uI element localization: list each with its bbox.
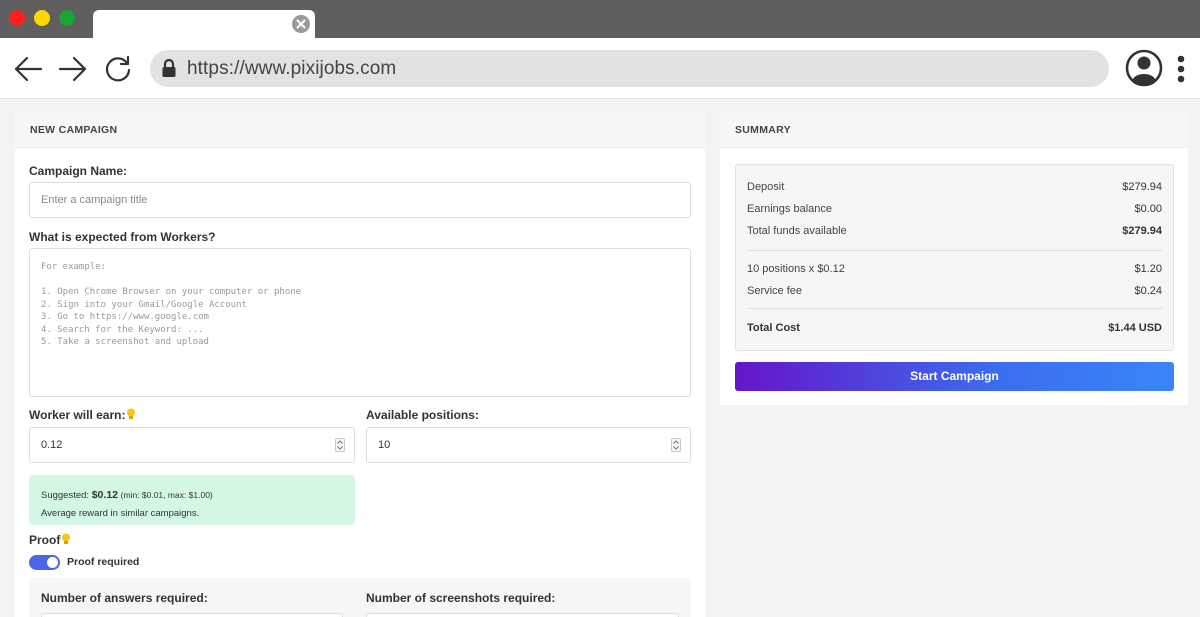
- back-arrow-icon[interactable]: [13, 54, 43, 84]
- campaign-name-label: Campaign Name:: [29, 164, 128, 178]
- positions-stepper-icon[interactable]: [671, 438, 681, 452]
- summary-divider: [747, 250, 1162, 251]
- toggle-knob: [47, 557, 58, 568]
- hint-line-1: Suggested: $0.12 (min: $0.01, max: $1.00…: [41, 486, 343, 505]
- screenshots-input[interactable]: [366, 613, 679, 617]
- tab-close-icon[interactable]: [292, 15, 310, 33]
- suggested-reward-hint: Suggested: $0.12 (min: $0.01, max: $1.00…: [29, 475, 355, 525]
- summary-row-earnings: Earnings balance $0.00: [747, 203, 1162, 215]
- maximize-window-button[interactable]: [59, 10, 75, 26]
- browser-tab[interactable]: [93, 10, 315, 39]
- address-bar[interactable]: https://www.pixijobs.com: [150, 50, 1109, 87]
- proof-label: Proof: [29, 533, 71, 547]
- summary-row-label: Service fee: [747, 285, 803, 297]
- summary-row-value: $1.44 USD: [1108, 322, 1162, 334]
- new-campaign-panel: NEW CAMPAIGN Campaign Name: Enter a camp…: [15, 111, 705, 617]
- kebab-menu-icon[interactable]: [1176, 55, 1186, 83]
- panel-header: NEW CAMPAIGN: [15, 111, 705, 148]
- expected-textarea[interactable]: For example: 1. Open Chrome Browser on y…: [29, 248, 691, 397]
- start-campaign-button[interactable]: Start Campaign: [735, 362, 1174, 391]
- earn-value: 0.12: [41, 439, 63, 451]
- summary-row-positions: 10 positions x $0.12 $1.20: [747, 263, 1162, 275]
- expected-label: What is expected from Workers?: [29, 230, 216, 244]
- summary-row-label: Total Cost: [747, 322, 800, 334]
- hint-prefix: Suggested:: [41, 490, 90, 501]
- screenshots-label: Number of screenshots required:: [366, 591, 556, 605]
- browser-navbar: https://www.pixijobs.com: [0, 38, 1200, 99]
- summary-row-value: $279.94: [1122, 225, 1162, 237]
- lock-icon: [161, 58, 177, 78]
- profile-avatar-icon[interactable]: [1125, 49, 1163, 87]
- hint-note: Average reward in similar campaigns.: [41, 508, 200, 519]
- minimize-window-button[interactable]: [34, 10, 50, 26]
- summary-row-label: Earnings balance: [747, 203, 833, 215]
- summary-row-label: Total funds available: [747, 225, 847, 237]
- lightbulb-icon[interactable]: [126, 408, 136, 420]
- summary-box: Deposit $279.94 Earnings balance $0.00 T…: [735, 164, 1174, 351]
- summary-row-value: $279.94: [1122, 181, 1162, 193]
- reload-icon[interactable]: [103, 54, 133, 84]
- summary-row-deposit: Deposit $279.94: [747, 181, 1162, 193]
- earn-stepper-icon[interactable]: [335, 438, 345, 452]
- earn-label: Worker will earn:: [29, 408, 136, 422]
- summary-row-total-cost: Total Cost $1.44 USD: [747, 322, 1162, 334]
- proof-required-toggle[interactable]: [29, 555, 60, 570]
- earn-input[interactable]: 0.12: [29, 427, 355, 463]
- campaign-name-placeholder: Enter a campaign title: [41, 194, 148, 206]
- positions-label: Available positions:: [366, 408, 479, 422]
- summary-divider: [747, 308, 1162, 309]
- campaign-name-input[interactable]: Enter a campaign title: [29, 182, 691, 218]
- proof-label-text: Proof: [29, 533, 61, 547]
- summary-panel: SUMMARY Deposit $279.94 Earnings balance…: [720, 111, 1188, 405]
- url-text[interactable]: https://www.pixijobs.com: [187, 58, 396, 80]
- lightbulb-icon[interactable]: [61, 533, 71, 545]
- summary-row-value: $0.00: [1134, 203, 1162, 215]
- close-window-button[interactable]: [9, 10, 25, 26]
- summary-row-total-funds: Total funds available $279.94: [747, 225, 1162, 237]
- answers-input[interactable]: [41, 613, 343, 617]
- hint-value: $0.12: [91, 489, 118, 501]
- browser-titlebar: [0, 0, 1200, 39]
- proof-required-label: Proof required: [67, 556, 140, 568]
- panel-header: SUMMARY: [720, 111, 1188, 148]
- proof-options-box: Number of answers required: Number of sc…: [29, 578, 691, 617]
- hint-range: (min: $0.01, max: $1.00): [120, 490, 213, 500]
- summary-row-label: 10 positions x $0.12: [747, 263, 845, 275]
- summary-row-value: $1.20: [1134, 263, 1162, 275]
- earn-label-text: Worker will earn:: [29, 408, 126, 422]
- summary-row-value: $0.24: [1134, 285, 1162, 297]
- positions-value: 10: [378, 439, 391, 451]
- answers-label: Number of answers required:: [41, 591, 208, 605]
- positions-input[interactable]: 10: [366, 427, 691, 463]
- forward-arrow-icon[interactable]: [58, 54, 88, 84]
- summary-row-service-fee: Service fee $0.24: [747, 285, 1162, 297]
- summary-row-label: Deposit: [747, 181, 785, 193]
